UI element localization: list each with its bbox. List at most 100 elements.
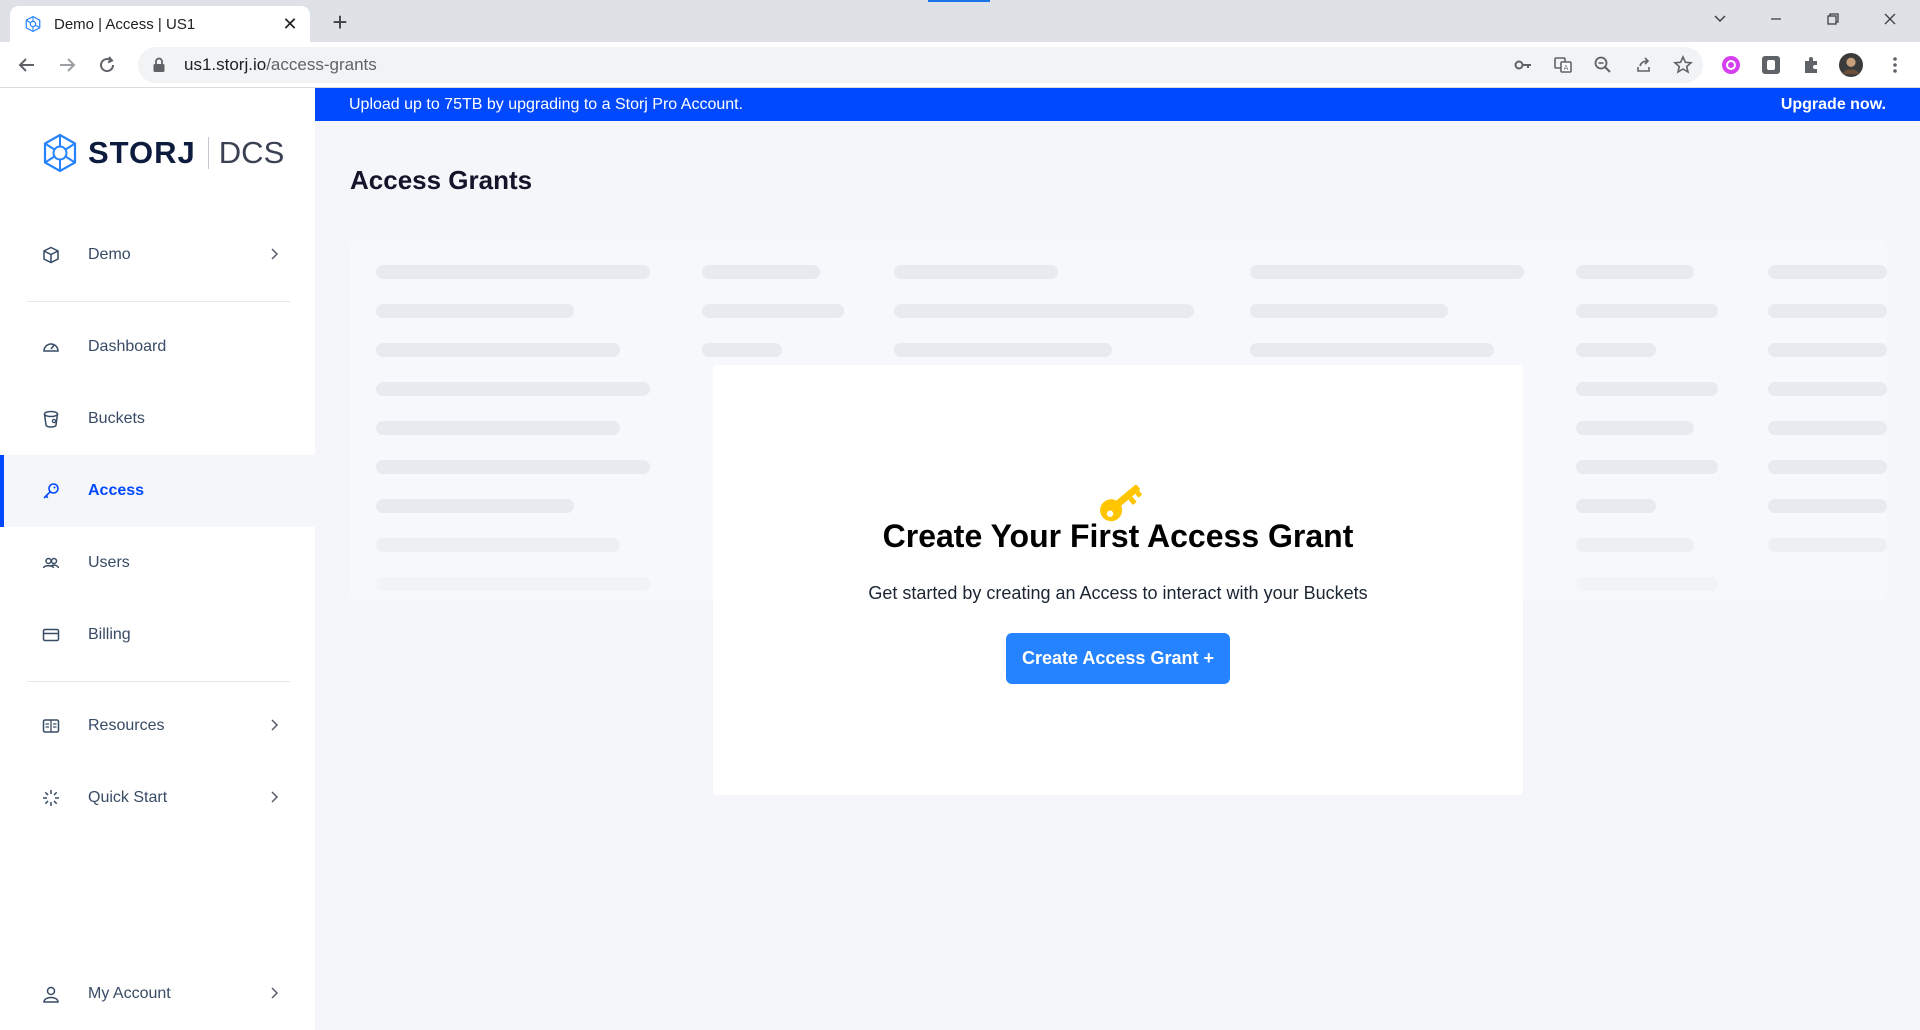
minimize-button[interactable]	[1748, 0, 1804, 38]
storj-favicon-icon	[25, 15, 41, 33]
skeleton-bar	[376, 577, 650, 591]
sidebar-divider	[27, 301, 290, 302]
skeleton-bar	[1768, 421, 1887, 435]
skeleton-bar	[376, 421, 620, 435]
tab-close-icon[interactable]: ✕	[280, 14, 300, 35]
restore-button[interactable]	[1805, 0, 1861, 38]
sidebar-item-resources[interactable]: Resources	[0, 690, 315, 762]
skeleton-bar	[702, 343, 782, 357]
browser-menu-icon[interactable]	[1883, 53, 1907, 77]
skeleton-bar	[1576, 421, 1694, 435]
sidebar-divider	[27, 681, 290, 682]
skeleton-bar	[376, 304, 574, 318]
sidebar-item-my-account[interactable]: My Account	[0, 958, 315, 1030]
gauge-icon	[40, 336, 62, 358]
reload-icon[interactable]	[93, 51, 121, 79]
password-key-icon[interactable]	[1509, 51, 1537, 79]
skeleton-bar	[376, 460, 650, 474]
back-icon[interactable]	[13, 51, 41, 79]
skeleton-bar	[1768, 382, 1887, 396]
storj-logo-icon	[43, 133, 77, 173]
extension-purple-icon[interactable]	[1719, 53, 1743, 77]
empty-state-card: Create Your First Access Grant Get start…	[713, 365, 1523, 795]
browser-tab-bar: Demo | Access | US1 ✕ +	[0, 0, 1920, 42]
skeleton-bar	[376, 343, 620, 357]
skeleton-bar	[1576, 538, 1694, 552]
bucket-icon	[40, 408, 62, 430]
url-text: us1.storj.io/access-grants	[184, 55, 377, 75]
sidebar-item-quick-start[interactable]: Quick Start	[0, 762, 315, 834]
sidebar-item-label: Users	[88, 554, 130, 571]
skeleton-bar	[1768, 460, 1887, 474]
users-icon	[40, 552, 62, 574]
skeleton-bar	[1768, 538, 1887, 552]
share-icon[interactable]	[1629, 51, 1657, 79]
skeleton-bar	[702, 265, 820, 279]
create-access-grant-button[interactable]: Create Access Grant +	[1006, 633, 1230, 684]
skeleton-bar	[1576, 460, 1718, 474]
zoom-icon[interactable]	[1589, 51, 1617, 79]
sidebar-item-access[interactable]: Access	[0, 455, 315, 527]
logo-brand: STORJ	[88, 135, 196, 170]
user-icon	[40, 983, 62, 1005]
sidebar-item-users[interactable]: Users	[0, 527, 315, 599]
skeleton-bar	[1768, 499, 1887, 513]
skeleton-bar	[376, 538, 620, 552]
storj-dcs-logo[interactable]: STORJ DCS	[40, 133, 284, 173]
spark-icon	[40, 787, 62, 809]
skeleton-bar	[894, 265, 1058, 279]
sidebar: STORJ DCS Demo Dashboard Buckets Access	[0, 88, 315, 1030]
tab-strip-indicator	[928, 0, 990, 2]
close-window-button[interactable]	[1862, 0, 1918, 38]
sidebar-item-label: My Account	[88, 985, 171, 1002]
skeleton-bar	[1250, 265, 1524, 279]
skeleton-bar	[1576, 382, 1718, 396]
skeleton-bar	[1576, 499, 1656, 513]
sidebar-item-billing[interactable]: Billing	[0, 599, 315, 671]
banner-message: Upload up to 75TB by upgrading to a Stor…	[349, 95, 744, 113]
skeleton-bar	[376, 265, 650, 279]
skeleton-bar	[702, 304, 844, 318]
extension-square-icon[interactable]	[1759, 53, 1783, 77]
skeleton-bar	[1768, 265, 1887, 279]
project-selector[interactable]: Demo	[0, 219, 315, 291]
browser-tab[interactable]: Demo | Access | US1 ✕	[10, 6, 310, 42]
profile-avatar[interactable]	[1839, 53, 1863, 77]
browser-toolbar: us1.storj.io/access-grants A	[0, 42, 1920, 88]
tab-search-icon[interactable]	[1692, 0, 1748, 38]
sidebar-item-label: Quick Start	[88, 789, 168, 806]
skeleton-bar	[1250, 304, 1448, 318]
chevron-right-icon	[271, 248, 279, 260]
address-bar[interactable]: us1.storj.io/access-grants	[138, 47, 1703, 83]
skeleton-bar	[1250, 343, 1494, 357]
chevron-right-icon	[271, 719, 279, 731]
empty-state-heading: Create Your First Access Grant	[882, 518, 1354, 554]
skeleton-bar	[1576, 304, 1718, 318]
lock-icon[interactable]	[152, 57, 172, 73]
skeleton-bar	[894, 343, 1112, 357]
sidebar-item-label: Access	[88, 482, 145, 499]
url-path: /access-grants	[266, 55, 377, 74]
skeleton-bar	[1768, 304, 1887, 318]
new-tab-button[interactable]: +	[326, 8, 354, 36]
skeleton-bar	[1768, 343, 1887, 357]
empty-state-description: Get started by creating an Access to int…	[868, 583, 1368, 603]
chevron-right-icon	[271, 987, 279, 999]
forward-icon[interactable]	[53, 51, 81, 79]
tab-title: Demo | Access | US1	[54, 15, 196, 33]
bookmark-star-icon[interactable]	[1669, 51, 1697, 79]
extensions-puzzle-icon[interactable]	[1799, 53, 1823, 77]
skeleton-bar	[894, 304, 1194, 318]
sidebar-item-dashboard[interactable]: Dashboard	[0, 311, 315, 383]
sidebar-item-label: Resources	[88, 717, 165, 734]
skeleton-bar	[376, 382, 650, 396]
url-host: us1.storj.io	[184, 55, 267, 74]
svg-text:A: A	[1564, 64, 1569, 72]
upgrade-now-link[interactable]: Upgrade now.	[1781, 96, 1886, 114]
sidebar-item-buckets[interactable]: Buckets	[0, 383, 315, 455]
sidebar-item-label: Buckets	[88, 410, 145, 427]
skeleton-bar	[1576, 265, 1694, 279]
page-title: Access Grants	[350, 165, 533, 195]
skeleton-bar	[1576, 577, 1718, 591]
translate-icon[interactable]: A	[1549, 51, 1577, 79]
